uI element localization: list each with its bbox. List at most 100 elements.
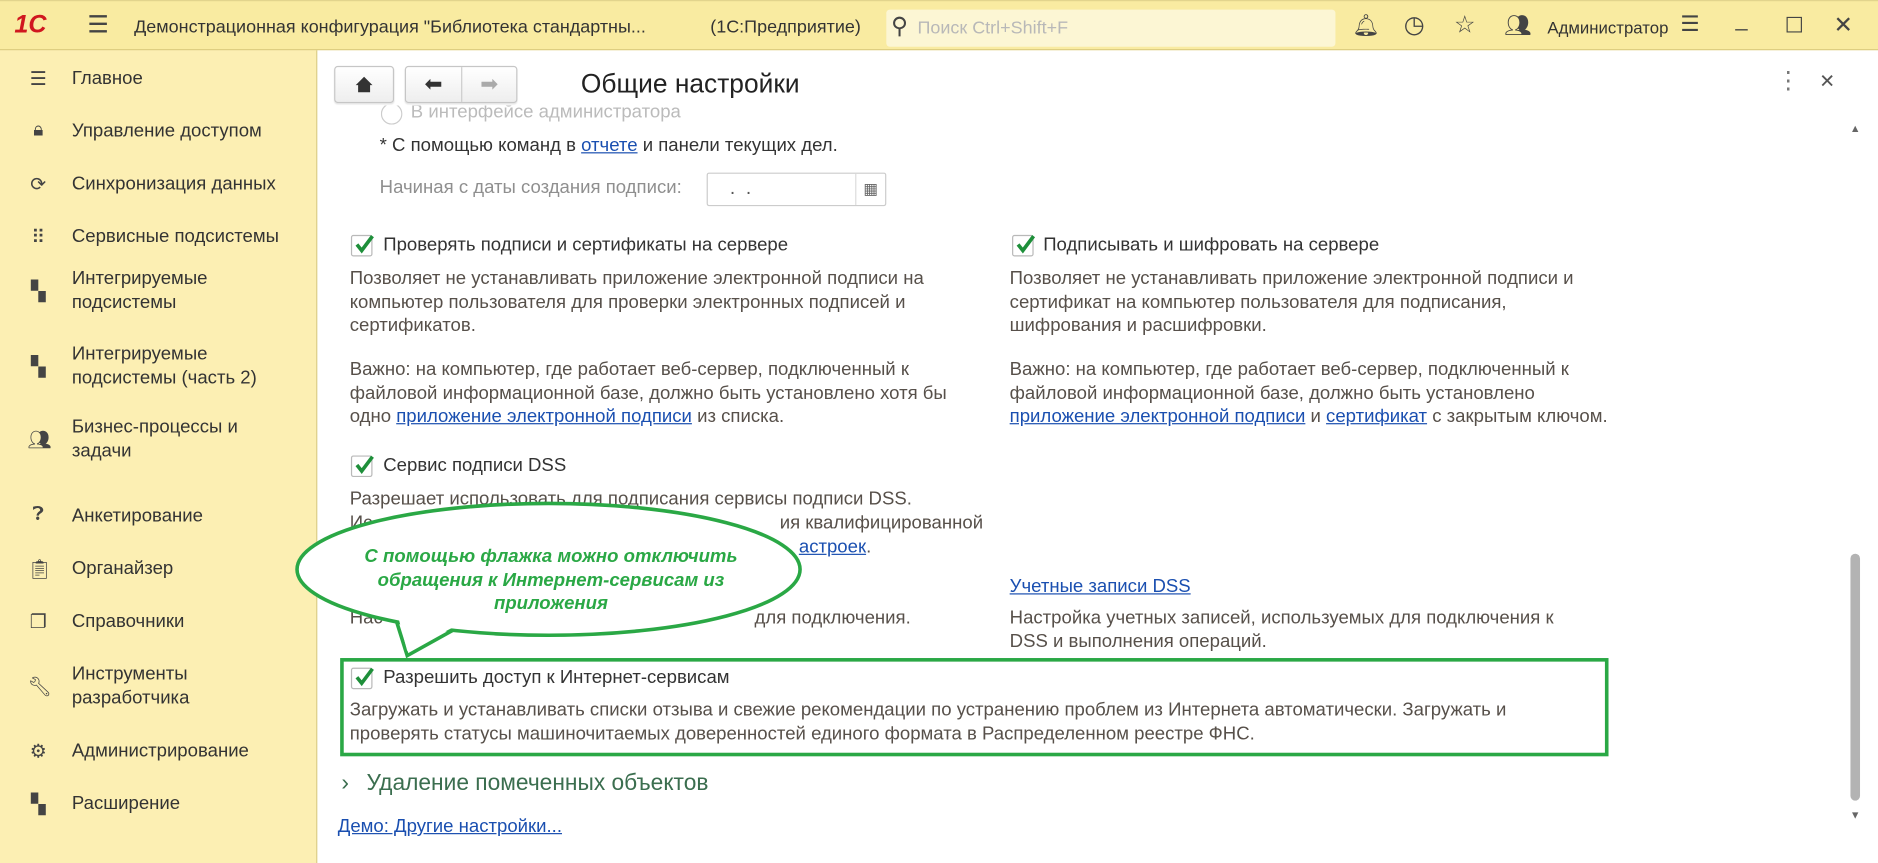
navigation-buttons: ⬅︎ ➡︎ (404, 65, 518, 104)
maximize-icon[interactable]: ☐ (1785, 14, 1804, 36)
sidebar-item-label: Анкетирование (71, 505, 203, 527)
sidebar-item-label: Инструменты разработчика (71, 664, 190, 709)
title-bar: 1С ☰ Демонстрационная конфигурация "Библ… (0, 0, 1878, 51)
logo-1c[interactable]: 1С (14, 11, 46, 40)
description-text: одно приложение электронной подписи из с… (350, 406, 784, 428)
radio-admin-label: В интерфейсе администратора (410, 101, 681, 123)
sidebar-item-label: Сервисные подсистемы (71, 226, 279, 247)
more-actions-icon[interactable]: ⋮ (1776, 66, 1800, 96)
sidebar-item[interactable]: ▚ Интегрируемые подсистемы (часть 2) (0, 343, 315, 391)
back-button[interactable]: ⬅︎ (406, 67, 463, 102)
checkmark-icon (355, 235, 374, 254)
minimize-icon[interactable]: _ (1735, 8, 1747, 30)
settings-menu-icon[interactable]: ☰ (1680, 13, 1699, 35)
star-icon[interactable]: ☆ (1454, 13, 1475, 37)
blocks-icon: ▚ (30, 357, 46, 378)
radio-admin[interactable] (380, 105, 403, 125)
sidebar: ☰ Главное 🔒︎ Управление доступом ⟳ Синхрониза… (0, 50, 318, 863)
search-placeholder: Поиск Ctrl+Shift+F (917, 17, 1069, 39)
sidebar-item-label: Главное (71, 68, 143, 89)
check-server-label: Проверять подписи и сертификаты на серве… (383, 234, 789, 256)
close-form-icon[interactable]: ✕ (1819, 70, 1835, 94)
sidebar-item[interactable]: 📋︎ Органайзер (0, 557, 315, 583)
group-deletion-header[interactable]: Удаление помеченных объектов (366, 771, 708, 797)
note-text: * С помощью команд в отчете и панели тек… (380, 135, 838, 157)
internet-access-desc: проверять статусы машиночитаемых доверен… (349, 723, 1255, 744)
sidebar-item-label: Управление доступом (71, 121, 262, 142)
page-title: Общие настройки (580, 68, 800, 99)
link[interactable]: сертификат (1326, 406, 1427, 426)
dss-checkbox[interactable] (350, 455, 374, 478)
lock-icon: 🔒︎ (33, 119, 44, 141)
sidebar-item[interactable]: ❓︎ Анкетирование (0, 505, 315, 531)
sidebar-item[interactable]: ⠿ Сервисные подсистемы (0, 225, 315, 251)
sidebar-item-label: Бизнес-процессы и задачи (71, 417, 238, 462)
callout-text: обращения к Интернет-сервисам из (377, 569, 725, 591)
link[interactable]: приложение электронной подписи (396, 406, 692, 426)
check-server-desc: сертификатов. (349, 315, 476, 336)
callout-text: С помощью флажка можно отключить (364, 546, 738, 567)
check-server-important: файловой информационной базе, должно быт… (349, 382, 947, 404)
blocks-icon: ▚ (30, 794, 46, 816)
scrollbar-up[interactable]: ▲ (1848, 122, 1862, 136)
sidebar-item[interactable]: ☰ Главное (0, 67, 315, 93)
sidebar-item[interactable]: 👥︎ Бизнес-процессы и задачи (0, 416, 315, 464)
history-icon[interactable]: ◷ (1404, 13, 1425, 37)
text-fragment: из списка. (691, 406, 785, 427)
scrollbar-thumb[interactable] (1850, 553, 1861, 801)
link[interactable]: приложение электронной подписи (1010, 406, 1306, 426)
check-server-desc: компьютер пользователя для проверки элек… (349, 291, 906, 313)
check-server-checkbox[interactable] (350, 234, 374, 257)
demo-other-settings-link[interactable]: Демо: Другие настройки... (338, 816, 562, 838)
date-label: Начиная с даты создания подписи: (379, 177, 682, 198)
check-server-important: Важно: на компьютер, где работает веб-се… (349, 359, 909, 380)
dss-accounts-desc: DSS и выполнения операций. (1009, 631, 1267, 653)
sidebar-item-label: Расширение (71, 793, 181, 814)
scrollbar-down[interactable]: ▼ (1848, 809, 1862, 823)
date-input[interactable]: . . ▦ (706, 172, 887, 207)
group-expand-icon[interactable]: › (341, 771, 349, 797)
sign-server-checkbox[interactable] (1012, 234, 1036, 257)
search-input[interactable]: ⚲ Поиск Ctrl+Shift+F (886, 9, 1336, 47)
grid-icon: ⠿ (31, 227, 46, 249)
sign-server-important: Важно: на компьютер, где работает веб-се… (1009, 359, 1569, 380)
internet-access-checkbox[interactable] (350, 667, 374, 690)
dss-accounts-link[interactable]: Учетные записи DSS (1010, 577, 1191, 599)
forward-button[interactable]: ➡︎ (462, 67, 516, 102)
question-icon: ❓︎ (32, 504, 45, 525)
close-window-icon[interactable]: ✕ (1834, 14, 1853, 37)
text-fragment: с закрытым ключом. (1427, 406, 1608, 427)
sign-server-desc: сертификат на компьютер пользователя для… (1009, 291, 1507, 313)
link[interactable]: отчете (581, 135, 637, 155)
app-title: Демонстрационная конфигурация "Библиотек… (134, 16, 646, 38)
sidebar-item[interactable]: ❐ Справочники (0, 610, 315, 636)
text-fragment: . (866, 536, 872, 558)
bell-icon[interactable]: 🔔︎ (1352, 14, 1379, 36)
sidebar-item[interactable]: 🔒︎ Управление доступом (0, 120, 315, 146)
calendar-icon[interactable]: ▦ (855, 173, 885, 205)
sidebar-item[interactable]: ▚ Интегрируемые подсистемы (0, 267, 315, 315)
sidebar-item[interactable]: 🔧︎ Инструменты разработчика (0, 663, 315, 711)
search-icon: ⚲ (891, 14, 908, 40)
callout-text: приложения (493, 593, 608, 614)
menu-icon: ☰ (29, 69, 47, 90)
sidebar-item[interactable]: ▚ Расширение (0, 792, 315, 818)
sidebar-item[interactable]: ⟳ Синхронизация данных (0, 173, 315, 199)
users-icon[interactable]: 👥︎ (1504, 14, 1531, 36)
sign-server-label: Подписывать и шифровать на сервере (1043, 234, 1380, 256)
home-button[interactable] (334, 65, 395, 104)
wrench-icon: 🔧︎ (27, 677, 52, 698)
sidebar-item-label: Синхронизация данных (71, 173, 276, 195)
sidebar-item[interactable]: ⚙ Администрирование (0, 740, 315, 766)
users-icon: 👥︎ (27, 430, 52, 451)
text-fragment: * С помощью команд в (379, 135, 582, 156)
internet-access-label: Разрешить доступ к Интернет-сервисам (383, 667, 730, 688)
clipboard-icon: 📋︎ (27, 559, 52, 581)
sidebar-item-label: Справочники (71, 611, 185, 632)
sync-icon: ⟳ (30, 174, 47, 196)
hamburger-menu-icon[interactable]: ☰ (87, 13, 108, 37)
sidebar-item-label: Администрирование (71, 740, 249, 762)
checkmark-icon (355, 455, 374, 474)
dss-accounts-desc: Настройка учетных записей, используемых … (1009, 607, 1554, 629)
user-name[interactable]: Администратор (1547, 18, 1668, 37)
